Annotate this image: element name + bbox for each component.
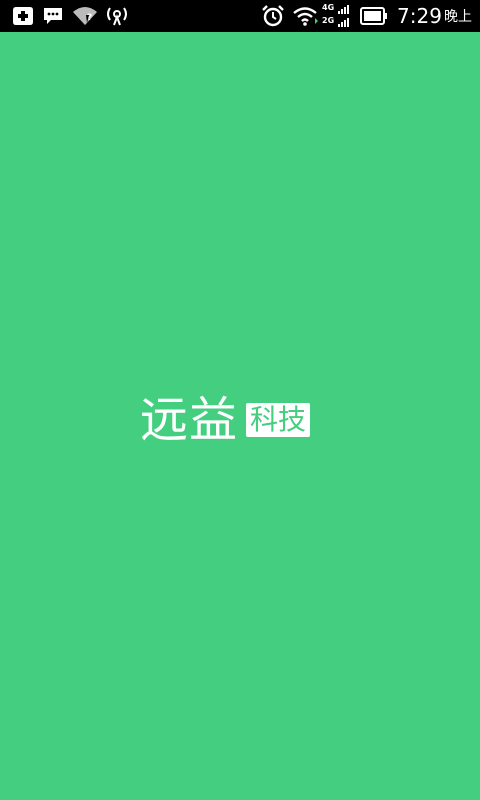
wifi-disabled-icon: ?: [72, 5, 98, 27]
signal-icon: [338, 4, 354, 34]
alarm-icon: [261, 5, 285, 27]
network-label-top: 4G: [322, 3, 335, 12]
brand-name: 远益: [140, 392, 239, 448]
wifi-icon: [292, 5, 320, 27]
network-indicator: 4G 2G: [322, 3, 356, 29]
status-bar: ? 4G 2G 7:29 晚上: [0, 0, 480, 32]
brand-badge: 科技: [246, 403, 311, 437]
status-time: 7:29: [397, 4, 442, 28]
plus-circle-icon: [10, 5, 34, 27]
svg-text:?: ?: [87, 13, 92, 23]
brand-logo: 远益 科技: [140, 392, 311, 448]
broadcast-icon: [104, 5, 130, 27]
status-time-suffix: 晚上: [444, 9, 472, 25]
network-label-bottom: 2G: [322, 16, 335, 25]
message-icon: [42, 5, 64, 27]
battery-icon: [360, 7, 388, 29]
